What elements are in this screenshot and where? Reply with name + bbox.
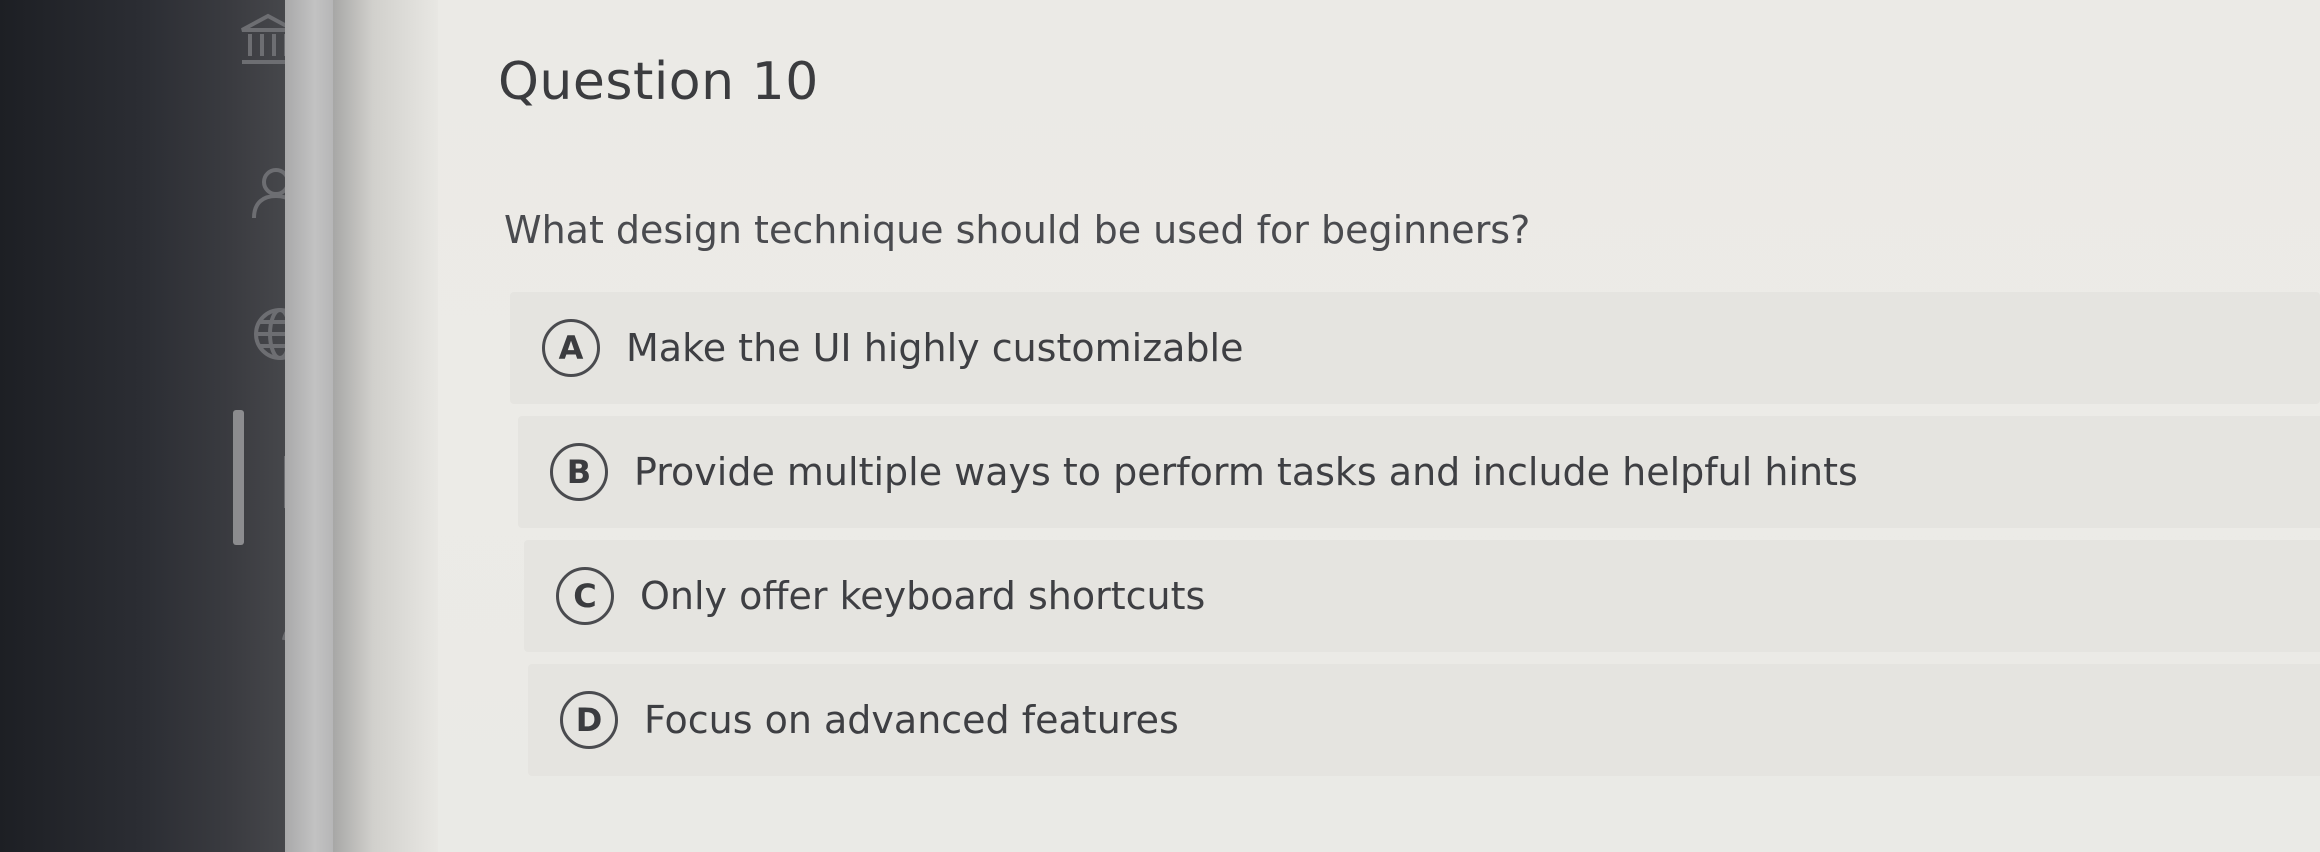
answer-option-b[interactable]: B Provide multiple ways to perform tasks… [518,416,2320,528]
active-nav-indicator [233,410,244,545]
option-label: Only offer keyboard shortcuts [640,574,1206,618]
option-letter-badge: D [560,691,618,749]
option-letter-badge: B [550,443,608,501]
nav-border [285,0,333,852]
content-shadow [333,0,438,852]
answer-option-d[interactable]: D Focus on advanced features [528,664,2320,776]
option-letter-badge: A [542,319,600,377]
global-navigation [0,0,338,852]
question-prompt: What design technique should be used for… [504,208,1531,252]
answer-option-a[interactable]: A Make the UI highly customizable [510,292,2320,404]
quiz-question-panel: Question 10 What design technique should… [438,0,2320,852]
option-letter-badge: C [556,567,614,625]
answer-options: A Make the UI highly customizable B Prov… [510,292,2320,788]
option-label: Provide multiple ways to perform tasks a… [634,450,1858,494]
option-label: Focus on advanced features [644,698,1179,742]
answer-option-c[interactable]: C Only offer keyboard shortcuts [524,540,2320,652]
option-label: Make the UI highly customizable [626,326,1244,370]
question-title: Question 10 [498,52,819,112]
